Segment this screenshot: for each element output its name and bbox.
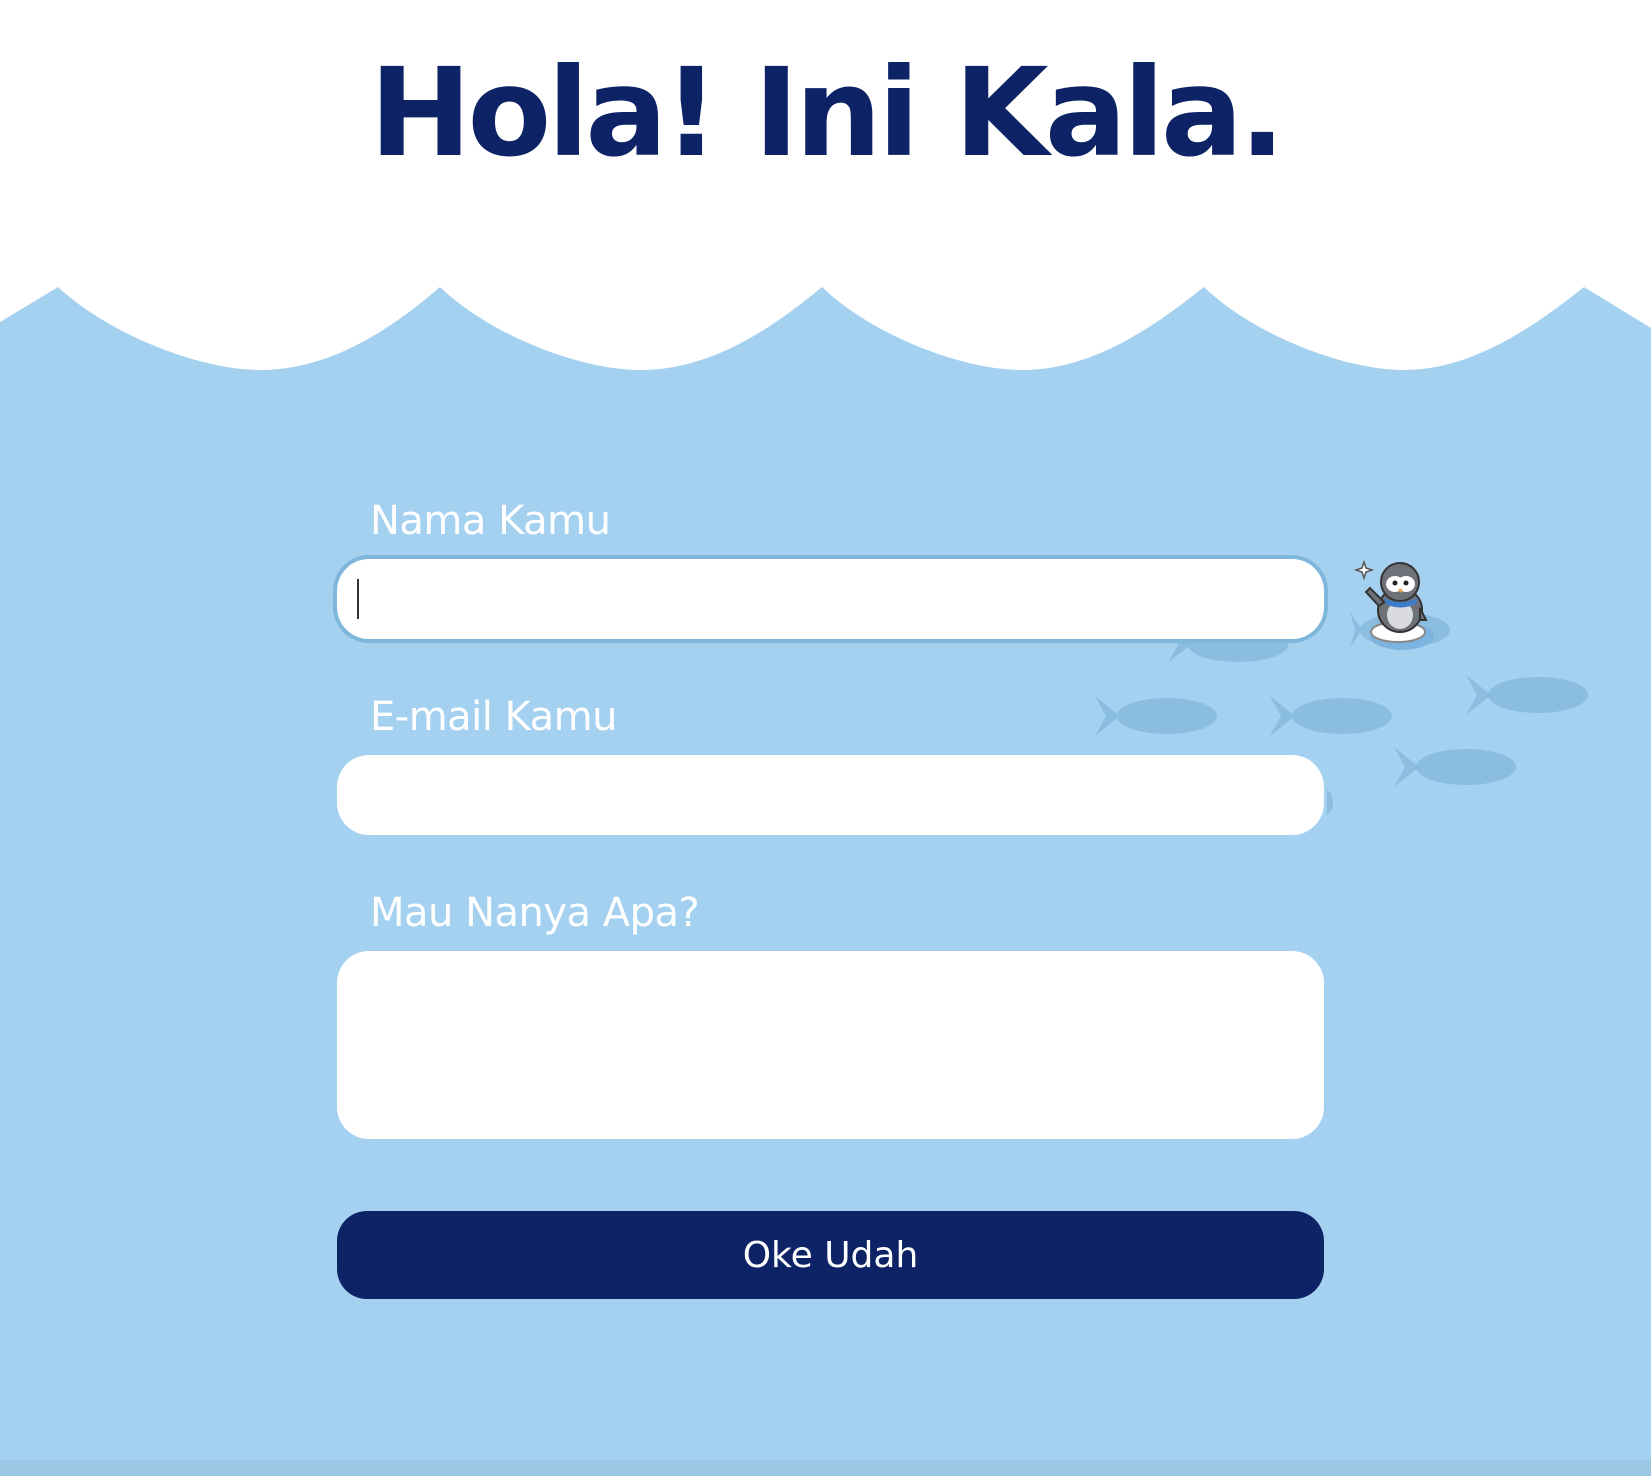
penguin-on-ice-icon — [1353, 559, 1434, 650]
text-cursor — [357, 579, 359, 619]
email-input[interactable] — [337, 755, 1324, 835]
submit-button[interactable]: Oke Udah — [337, 1211, 1324, 1299]
question-label: Mau Nanya Apa? — [370, 890, 700, 936]
page-title: Hola! Ini Kala. — [369, 42, 1285, 184]
email-label: E-mail Kamu — [370, 694, 617, 740]
name-input[interactable] — [337, 559, 1324, 639]
name-label: Nama Kamu — [370, 498, 611, 544]
question-textarea[interactable] — [337, 951, 1324, 1139]
